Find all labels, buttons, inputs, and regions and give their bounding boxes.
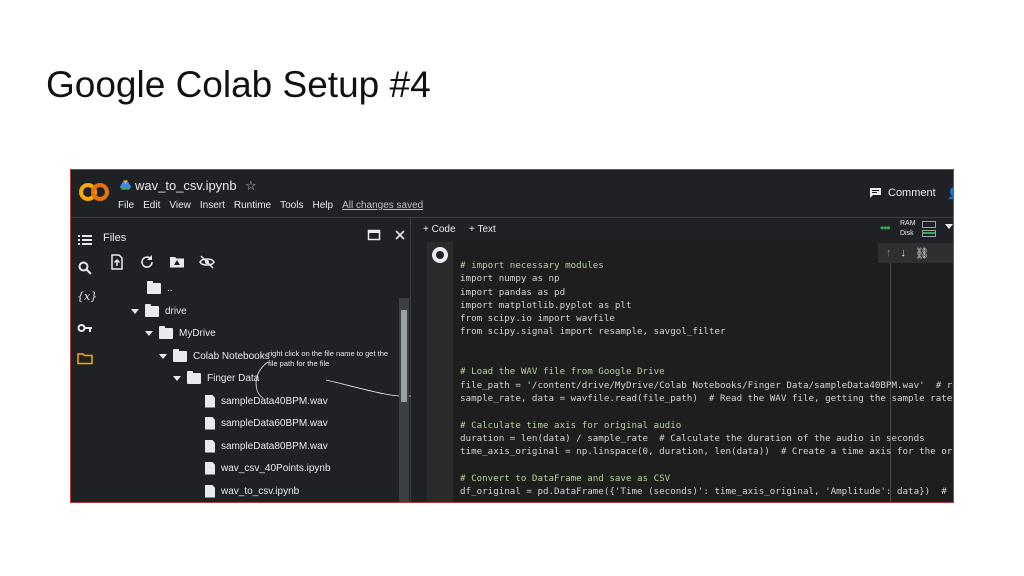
colab-header: wav_to_csv.ipynb ☆ File Edit View Insert… <box>71 170 953 217</box>
code-line: # Convert to DataFrame and save as CSV <box>460 472 671 484</box>
move-up-icon[interactable]: ↑ <box>886 247 892 259</box>
file-icon <box>205 484 215 498</box>
notebook-name[interactable]: wav_to_csv.ipynb <box>135 178 237 193</box>
tree-item-finger-data[interactable]: Finger Data <box>173 369 259 387</box>
file-icon <box>205 416 215 430</box>
person-icon[interactable]: 👤 <box>947 187 953 200</box>
upload-icon[interactable] <box>109 254 125 270</box>
link-icon[interactable]: ⛓ <box>915 247 929 260</box>
folder-open-icon <box>147 280 161 294</box>
menu-tools[interactable]: Tools <box>280 200 303 211</box>
comment-label: Comment <box>888 187 936 199</box>
tree-item-file[interactable]: sampleData80BPM.wav <box>205 437 328 455</box>
tree-label: wav_to_csv.ipynb <box>221 485 300 497</box>
annotation-arrows <box>255 361 411 399</box>
resource-bars-icon <box>922 221 936 237</box>
code-line: duration = len(data) / sample_rate # Cal… <box>460 432 925 444</box>
folder-icon <box>173 348 187 362</box>
menu-help[interactable]: Help <box>312 200 333 211</box>
hide-icon[interactable] <box>199 254 215 270</box>
folder-icon <box>187 370 201 384</box>
open-in-tab-icon[interactable] <box>367 228 381 242</box>
tree-label: .. <box>167 282 173 294</box>
add-code-button[interactable]: + Code <box>423 224 456 235</box>
file-icon <box>205 439 215 453</box>
code-line: # Calculate time axis for original audio <box>460 419 682 431</box>
tree-item-mydrive[interactable]: MyDrive <box>145 324 216 342</box>
code-line: sample_rate, data = wavfile.read(file_pa… <box>460 392 954 404</box>
colab-logo-icon[interactable] <box>79 181 109 203</box>
run-cell-button[interactable] <box>432 247 448 263</box>
tree-item-drive[interactable]: drive <box>131 302 187 320</box>
code-line: from scipy.signal import resample, savgo… <box>460 326 726 338</box>
ram-label: RAM <box>900 220 916 227</box>
refresh-icon[interactable] <box>139 254 155 270</box>
tree-label: sampleData80BPM.wav <box>221 440 328 452</box>
code-line: # import necessary modules <box>460 260 604 271</box>
code-line: df_original = pd.DataFrame({'Time (secon… <box>460 486 954 498</box>
colab-screenshot: wav_to_csv.ipynb ☆ File Edit View Insert… <box>70 169 954 503</box>
expand-arrow-icon[interactable] <box>145 330 153 336</box>
slide-title: Google Colab Setup #4 <box>46 64 431 105</box>
code-line: import pandas as pd <box>460 286 566 298</box>
close-icon[interactable] <box>393 228 407 242</box>
mount-drive-icon[interactable] <box>169 254 185 270</box>
comment-button[interactable]: Comment <box>869 187 936 199</box>
cell-gutter <box>427 242 453 502</box>
files-scrollbar-thumb[interactable] <box>401 310 407 402</box>
file-icon <box>205 461 215 475</box>
tree-label: MyDrive <box>179 327 216 339</box>
file-icon <box>205 394 215 408</box>
expand-arrow-icon[interactable] <box>159 353 167 359</box>
code-line: import matplotlib.pyplot as plt <box>460 299 632 311</box>
tree-label: drive <box>165 305 187 317</box>
menu-view[interactable]: View <box>169 200 191 211</box>
files-toolbar <box>109 254 215 270</box>
key-icon[interactable] <box>77 320 93 336</box>
disk-label: Disk <box>900 230 914 237</box>
code-line: import numpy as np <box>460 273 560 285</box>
code-line: # Load the WAV file from Google Drive <box>460 366 665 378</box>
tree-item-parent[interactable]: .. <box>147 279 173 297</box>
editor-toolbar: + Code + Text <box>411 217 953 242</box>
tree-item-file[interactable]: wav_to_csv.ipynb <box>205 482 299 500</box>
comment-icon <box>870 188 881 198</box>
save-status[interactable]: All changes saved <box>342 200 423 211</box>
code-editor[interactable]: # import necessary modules import numpy … <box>460 259 954 498</box>
folder-icon[interactable] <box>77 350 93 366</box>
code-line: file_path = '/content/drive/MyDrive/Cola… <box>460 379 954 391</box>
variables-icon[interactable]: {x} <box>77 289 97 305</box>
search-icon[interactable] <box>77 260 93 276</box>
tree-label: wav_csv_40Points.ipynb <box>221 462 331 474</box>
left-rail: {x} <box>71 217 101 502</box>
files-panel: Files .. drive MyDrive Colab Notebooks F… <box>101 217 411 502</box>
menu-bar: File Edit View Insert Runtime Tools Help… <box>118 200 423 211</box>
toc-icon[interactable] <box>77 232 93 248</box>
folder-icon <box>159 325 173 339</box>
menu-insert[interactable]: Insert <box>200 200 225 211</box>
expand-arrow-icon[interactable] <box>173 375 181 381</box>
chevron-down-icon[interactable] <box>945 224 953 229</box>
move-down-icon[interactable]: ↓ <box>901 247 907 259</box>
add-text-button[interactable]: + Text <box>469 224 496 235</box>
expand-arrow-icon[interactable] <box>131 308 139 314</box>
tree-item-file[interactable]: wav_csv_40Points.ipynb <box>205 459 331 477</box>
code-line: from scipy.io import wavfile <box>460 313 615 325</box>
folder-icon <box>145 303 159 317</box>
menu-edit[interactable]: Edit <box>143 200 160 211</box>
menu-runtime[interactable]: Runtime <box>234 200 271 211</box>
menu-file[interactable]: File <box>118 200 134 211</box>
drive-icon <box>120 180 131 190</box>
star-icon[interactable]: ☆ <box>245 178 257 194</box>
code-line: time_axis_original = np.linspace(0, dura… <box>460 446 954 458</box>
resource-monitor[interactable]: RAM Disk <box>900 219 916 239</box>
files-title: Files <box>103 232 127 244</box>
runtime-status-icon: ••• <box>880 221 891 235</box>
